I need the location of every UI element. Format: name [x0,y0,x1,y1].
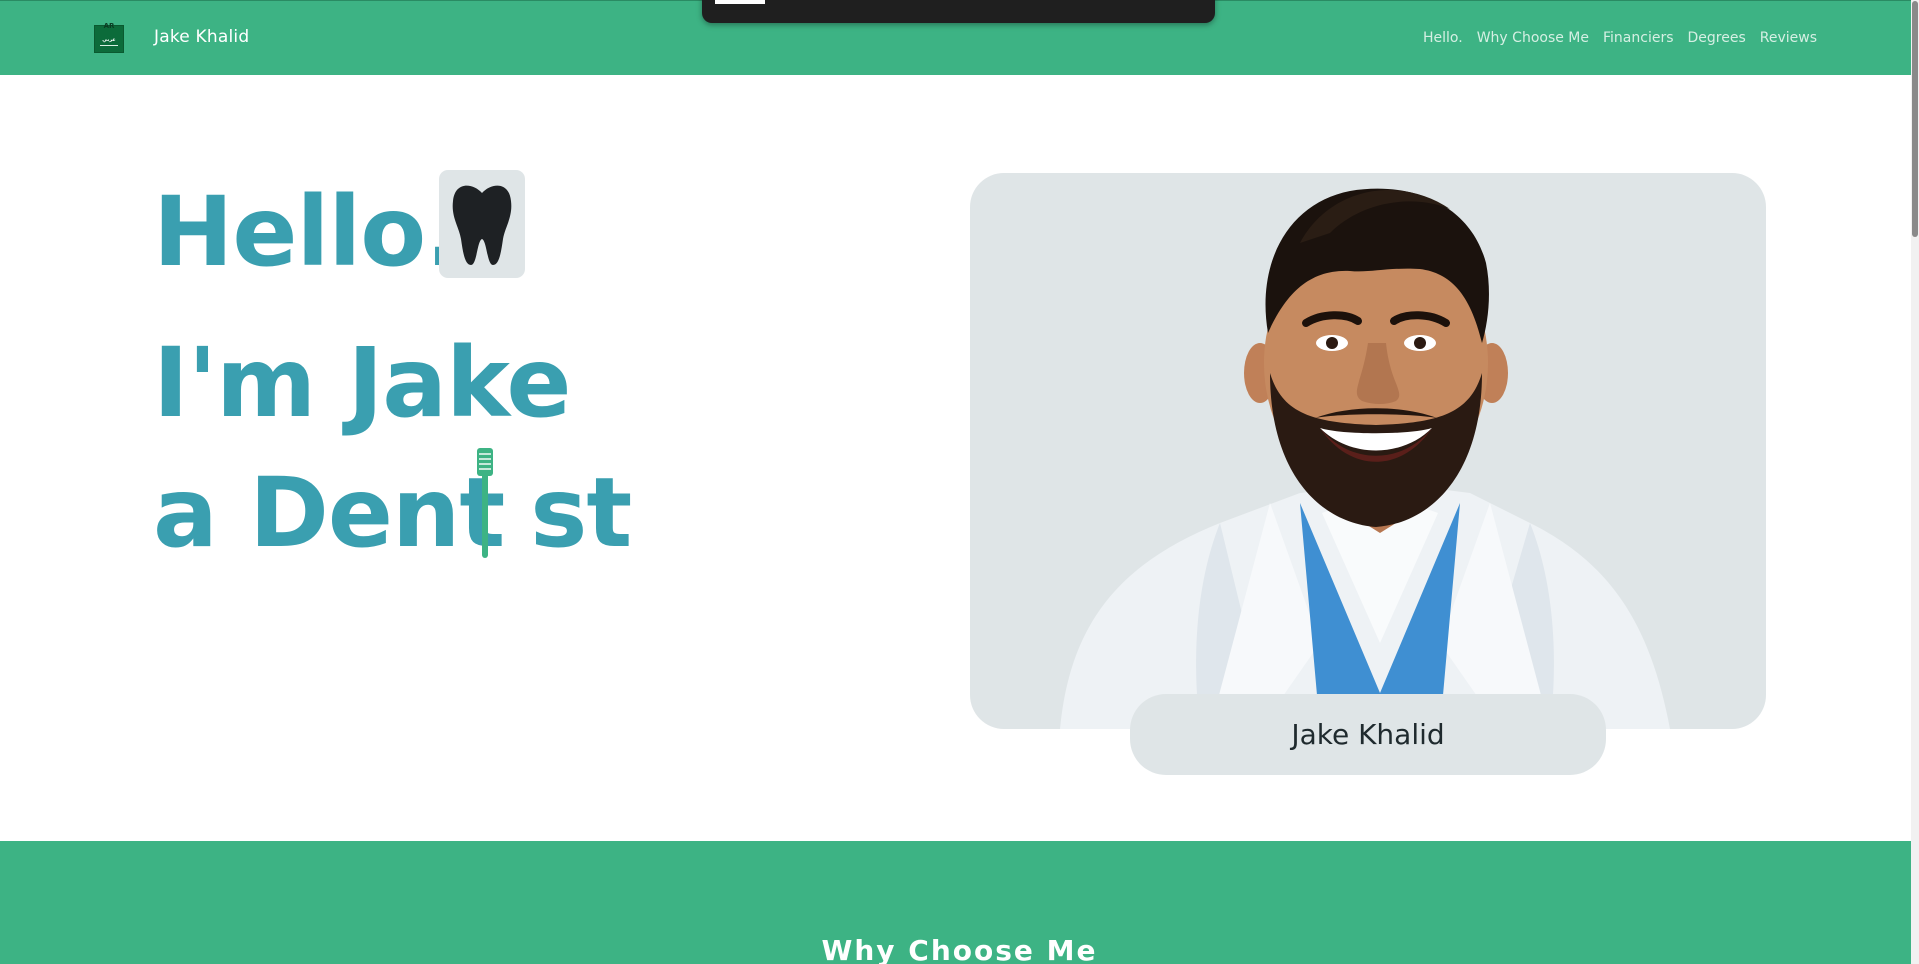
popup-thumbnail [715,0,765,4]
hero-line-profession-part1: a Dent [153,457,505,569]
hero-line-name: I'm Jake [153,327,571,439]
profile-photo-card [970,173,1766,729]
why-choose-me-heading: Why Choose Me [821,934,1098,964]
scrollbar-thumb[interactable] [1912,1,1918,237]
nav-link-degrees[interactable]: Degrees [1688,30,1746,46]
language-code: AR [103,22,115,30]
tooth-icon [439,170,525,278]
nav-link-hello[interactable]: Hello. [1423,30,1463,46]
hero-line-profession-part2: st [530,457,632,569]
dentist-portrait [1060,188,1670,729]
hero-line-profession: a Dent st [153,465,632,561]
page: AR عربي Jake Khalid Hello. Why Choose Me… [0,0,1919,964]
brand-link[interactable]: Jake Khalid [154,27,249,47]
language-script: عربي [102,37,116,43]
nav-link-reviews[interactable]: Reviews [1760,30,1817,46]
hero-line-hello: Hello. [153,176,462,288]
flag-sword-icon [100,45,118,46]
language-flag-button[interactable]: AR عربي [94,22,124,53]
profile-name-pill: Jake Khalid [1130,694,1606,775]
page-scrollbar[interactable] [1911,0,1919,964]
nav-link-why-choose-me[interactable]: Why Choose Me [1477,30,1589,46]
nav-links: Hello. Why Choose Me Financiers Degrees … [1423,30,1817,46]
nav-link-financiers[interactable]: Financiers [1603,30,1674,46]
toothbrush-icon [477,448,493,558]
top-popup[interactable] [702,0,1215,23]
why-choose-me-section: Why Choose Me [0,841,1919,964]
